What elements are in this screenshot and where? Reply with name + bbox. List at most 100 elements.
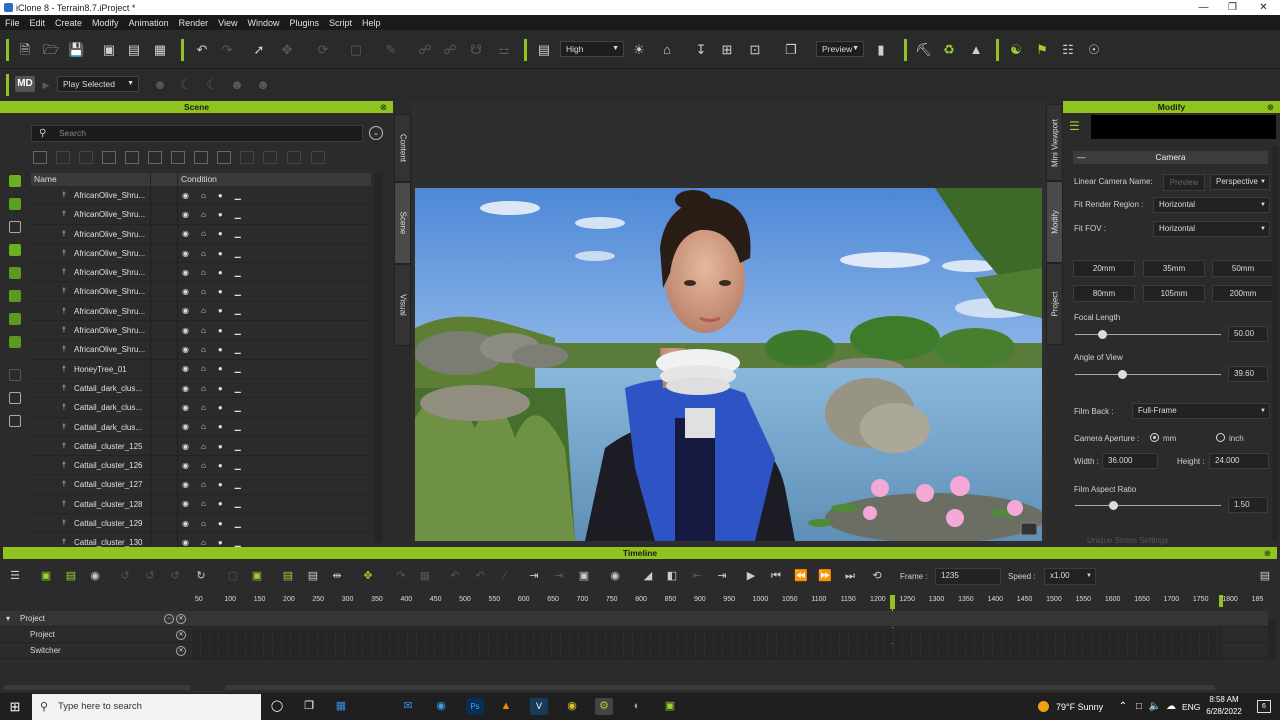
language-indicator[interactable]: ENG [1182,702,1200,712]
tree-filter-icon[interactable] [9,244,21,256]
lock-icon[interactable]: ⌂ [201,287,206,296]
more-icon[interactable]: ▁ [235,287,241,296]
more-icon[interactable]: ▁ [235,499,241,508]
film-aspect-knob[interactable] [1109,501,1118,510]
clock-date[interactable]: 6/28/2022 [1203,707,1245,716]
render-icon[interactable]: ● [218,480,223,489]
visibility-eye-icon[interactable]: ◉ [182,210,189,219]
lock-icon[interactable]: ⌂ [201,229,206,238]
visibility-eye-icon[interactable]: ◉ [182,306,189,315]
render-icon[interactable]: ● [218,384,223,393]
lock-icon[interactable]: ⌂ [201,519,206,528]
scene-tool-details[interactable] [217,151,231,164]
more-icon[interactable]: ▁ [235,306,241,315]
tl-tool-15[interactable]: ⇥ [527,569,541,583]
scale-icon[interactable]: ▢ [348,42,364,58]
tl-tool-13[interactable]: ↶ [473,569,487,583]
render-icon[interactable]: ● [218,210,223,219]
tl-tool-1[interactable]: ↺ [118,569,132,583]
lens-35mm-button[interactable]: 35mm [1143,260,1205,277]
track-hscroll[interactable] [4,685,190,690]
sky-filter-icon[interactable] [9,313,21,325]
md-tool-3-icon[interactable]: ☾ [204,77,220,93]
menu-edit[interactable]: Edit [25,18,51,28]
menu-view[interactable]: View [213,18,242,28]
play-icon[interactable]: ▶ [744,569,758,583]
tab-modify[interactable]: Modify [1046,181,1063,263]
more-icon[interactable]: ▁ [235,268,241,277]
scene-tree-row[interactable]: † Cattail_cluster_128 ◉ ⌂ ● ▁ [31,494,371,515]
playhead-marker[interactable] [890,595,895,609]
menu-create[interactable]: Create [50,18,87,28]
tab-visual[interactable]: Visual [394,264,411,346]
tl-tool-2[interactable]: ↺ [143,569,157,583]
home-camera-icon[interactable]: ⌂ [659,42,675,58]
path-filter-icon[interactable] [9,415,21,427]
scene-tool-up[interactable] [287,151,301,164]
lock-icon[interactable]: ⌂ [201,364,206,373]
lock-icon[interactable]: ⌂ [201,191,206,200]
more-icon[interactable]: ▁ [235,519,241,528]
zoom-all-icon[interactable]: ⊞ [719,42,735,58]
notification-icon[interactable]: 6 [1257,700,1271,713]
show-keys-icon[interactable]: ◉ [88,569,102,583]
scene-tool-collapse[interactable] [125,151,139,164]
menu-file[interactable]: File [0,18,25,28]
menu-render[interactable]: Render [174,18,214,28]
lock-icon[interactable]: ⌂ [201,210,206,219]
scene-tool-add-folder[interactable] [33,151,47,164]
visibility-eye-icon[interactable]: ◉ [182,345,189,354]
close-icon[interactable]: ⊗ [1267,101,1274,113]
tl-tool-12[interactable]: ↶ [448,569,462,583]
reach-target-icon[interactable]: ☯ [1008,42,1024,58]
visibility-eye-icon[interactable]: ◉ [182,287,189,296]
render-icon[interactable]: ● [218,538,223,547]
visibility-eye-icon[interactable]: ◉ [182,442,189,451]
export-icon[interactable]: ▤ [126,42,142,58]
3d-viewport[interactable] [415,188,1042,541]
render-icon[interactable]: ● [218,403,223,412]
track-list-icon[interactable]: ▤ [64,569,78,583]
visibility-eye-icon[interactable]: ◉ [182,480,189,489]
lock-icon[interactable]: ⌂ [201,403,206,412]
tab-scene[interactable]: Scene [394,182,411,264]
menu-window[interactable]: Window [242,18,284,28]
md-tool-2-icon[interactable]: ☾ [178,77,194,93]
lock-icon[interactable]: ⌂ [201,306,206,315]
aperture-mm-radio[interactable] [1150,433,1159,442]
taskbar-search-input[interactable]: ⚲ Type here to search [32,694,261,720]
track-project[interactable]: Project ✕ [0,627,1268,643]
open-folder-icon[interactable]: 🗁 [43,42,59,58]
lock-icon[interactable]: ⌂ [201,499,206,508]
modify-scrollbar[interactable] [1272,146,1278,541]
render-icon[interactable]: ● [218,422,223,431]
bone-edit-icon[interactable]: ⛏ [915,42,932,58]
visibility-eye-icon[interactable]: ◉ [182,364,189,373]
scene-tree-row[interactable]: † HoneyTree_01 ◉ ⌂ ● ▁ [31,359,371,379]
unlink-icon[interactable]: ☍ [442,42,458,58]
projection-dropdown[interactable]: Perspective ▼ [1210,174,1270,190]
timeline-menu-icon[interactable]: ☰ [8,569,22,583]
move-icon[interactable]: ✥ [279,42,295,58]
frame-input[interactable]: 1235 [935,568,1001,585]
app-icon-2[interactable]: ◐ [628,698,646,715]
light-filter-icon[interactable] [9,290,21,302]
track-filter-icon[interactable]: ▣ [39,569,53,583]
clock-time[interactable]: 8:58 AM [1207,695,1241,704]
scene-tool-visible[interactable] [171,151,185,164]
drop-to-floor-icon[interactable]: ↧ [693,42,709,58]
menu-plugins[interactable]: Plugins [285,18,325,28]
loop-mode-icon[interactable]: ⟲ [870,569,884,583]
group-filter-icon[interactable] [9,369,21,381]
lock-icon[interactable]: ⌂ [201,442,206,451]
more-icon[interactable]: ▁ [235,461,241,470]
close-track-icon[interactable]: ✕ [176,630,186,640]
angle-of-view-input[interactable]: 39.60 [1228,366,1268,382]
lens-80mm-button[interactable]: 80mm [1073,285,1135,302]
scene-tree-row[interactable]: † AfricanOlive_Shru... ◉ ⌂ ● ▁ [31,243,371,264]
new-file-icon[interactable]: 🗎 [17,42,33,58]
flag-icon[interactable]: ⚑ [1034,42,1050,58]
motion-director-logo[interactable]: MD [15,76,35,92]
angle-of-view-slider[interactable] [1075,374,1221,375]
visibility-eye-icon[interactable]: ◉ [182,538,189,547]
